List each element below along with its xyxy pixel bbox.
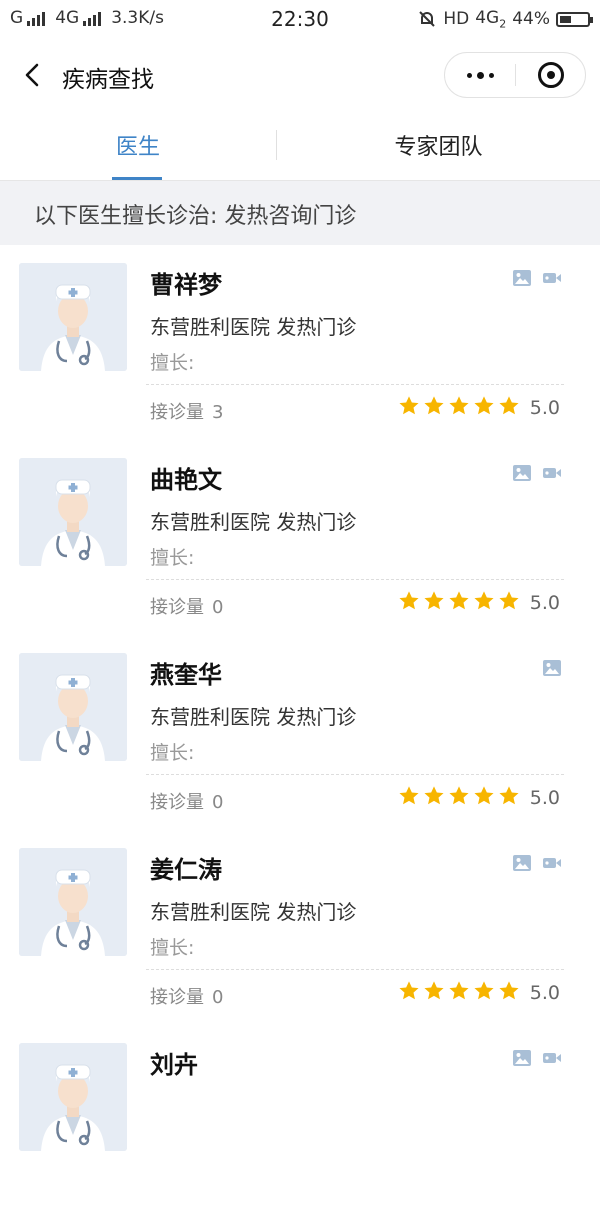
rating: 5.0 [398, 980, 560, 1006]
network-label-right: 4G2 [475, 8, 507, 31]
tab-doctor[interactable]: 医生 [0, 110, 276, 180]
rating-score: 5.0 [529, 397, 560, 419]
battery-icon [556, 11, 593, 27]
tab-active-indicator [112, 177, 162, 180]
consult-modes [512, 853, 562, 877]
doctor-avatar [19, 653, 127, 761]
target-circle-icon [538, 62, 564, 88]
star-icon [498, 590, 520, 616]
consult-modes [542, 658, 562, 682]
more-dots-icon[interactable] [445, 53, 515, 97]
rating-stars [398, 395, 520, 421]
video-consult-icon [542, 853, 562, 877]
star-icon [473, 980, 495, 1006]
doctor-card[interactable]: 刘卉 [0, 1025, 600, 1220]
rating-stars [398, 980, 520, 1006]
star-icon [448, 395, 470, 421]
star-icon [498, 395, 520, 421]
image-consult-icon [512, 853, 532, 877]
doctor-avatar [19, 848, 127, 956]
doctor-hospital: 东营胜利医院 发热门诊 [150, 705, 357, 729]
rating: 5.0 [398, 395, 560, 421]
nav-bar: 疾病查找 [0, 44, 600, 108]
card-divider [146, 774, 564, 775]
consult-count: 接诊量 0 [150, 987, 224, 1008]
video-consult-icon [542, 268, 562, 292]
consult-count: 接诊量 0 [150, 597, 224, 618]
star-icon [473, 590, 495, 616]
star-icon [398, 395, 420, 421]
doctor-avatar [19, 1043, 127, 1151]
consult-count [150, 1178, 158, 1199]
doctor-specialty: 擅长: [150, 742, 195, 764]
rating: 5.0 [398, 590, 560, 616]
doctor-specialty: 擅长: [150, 352, 195, 374]
close-mini-program-button[interactable] [516, 53, 586, 97]
doctor-avatar [19, 458, 127, 566]
star-icon [423, 395, 445, 421]
tab-expert-team[interactable]: 专家团队 [277, 110, 600, 180]
hd-label: HD [443, 9, 470, 30]
star-icon [498, 980, 520, 1006]
status-bar: G 4G 3.3K/s 22:30 HD 4G2 44% [0, 0, 600, 40]
doctor-card[interactable]: 曲艳文 东营胜利医院 发热门诊 擅长: 接诊量 0 5.0 [0, 440, 600, 635]
doctor-specialty: 擅长: [150, 547, 195, 569]
doctor-card[interactable]: 燕奎华 东营胜利医院 发热门诊 擅长: 接诊量 0 5.0 [0, 635, 600, 830]
doctor-name: 燕奎华 [150, 661, 222, 689]
video-consult-icon [542, 1048, 562, 1072]
doctor-name: 曲艳文 [150, 466, 222, 494]
doctor-list: 曹祥梦 东营胜利医院 发热门诊 擅长: 接诊量 3 5.0 曲艳文 东营胜利医院… [0, 245, 600, 1220]
consult-count: 接诊量 0 [150, 792, 224, 813]
image-consult-icon [512, 1048, 532, 1072]
image-consult-icon [542, 658, 562, 682]
image-consult-icon [512, 268, 532, 292]
mini-program-capsule [444, 52, 586, 98]
star-icon [423, 785, 445, 811]
star-icon [423, 980, 445, 1006]
rating-stars [398, 785, 520, 811]
consult-count: 接诊量 3 [150, 402, 224, 423]
banner-text: 以下医生擅长诊治: 发热咨询门诊 [34, 204, 357, 229]
rating-score: 5.0 [529, 787, 560, 809]
image-consult-icon [512, 463, 532, 487]
doctor-card[interactable]: 曹祥梦 东营胜利医院 发热门诊 擅长: 接诊量 3 5.0 [0, 245, 600, 440]
star-icon [398, 980, 420, 1006]
tab-bar: 医生 专家团队 [0, 110, 600, 181]
consult-modes [512, 1048, 562, 1072]
consult-modes [512, 268, 562, 292]
doctor-hospital: 东营胜利医院 发热门诊 [150, 510, 357, 534]
rating-score: 5.0 [529, 982, 560, 1004]
star-icon [398, 590, 420, 616]
star-icon [498, 785, 520, 811]
star-icon [448, 590, 470, 616]
mute-bell-icon [419, 11, 436, 27]
consult-modes [512, 463, 562, 487]
card-divider [146, 969, 564, 970]
doctor-hospital: 东营胜利医院 发热门诊 [150, 315, 357, 339]
doctor-name: 刘卉 [150, 1051, 198, 1079]
star-icon [423, 590, 445, 616]
page-title: 疾病查找 [62, 67, 154, 93]
star-icon [398, 785, 420, 811]
rating-stars [398, 590, 520, 616]
doctor-hospital: 东营胜利医院 发热门诊 [150, 900, 357, 924]
rating-score: 5.0 [529, 592, 560, 614]
status-right: HD 4G2 44% [417, 8, 593, 31]
video-consult-icon [542, 463, 562, 487]
card-divider [146, 579, 564, 580]
star-icon [473, 395, 495, 421]
doctor-name: 曹祥梦 [150, 271, 222, 299]
rating: 5.0 [398, 785, 560, 811]
doctor-name: 姜仁涛 [150, 856, 222, 884]
doctor-specialty: 擅长: [150, 937, 195, 959]
chevron-left-icon[interactable] [18, 60, 48, 90]
star-icon [448, 980, 470, 1006]
battery-percent: 44% [512, 9, 550, 30]
star-icon [473, 785, 495, 811]
doctor-avatar [19, 263, 127, 371]
card-divider [146, 384, 564, 385]
specialty-banner: 以下医生擅长诊治: 发热咨询门诊 [0, 181, 600, 245]
star-icon [448, 785, 470, 811]
doctor-card[interactable]: 姜仁涛 东营胜利医院 发热门诊 擅长: 接诊量 0 5.0 [0, 830, 600, 1025]
